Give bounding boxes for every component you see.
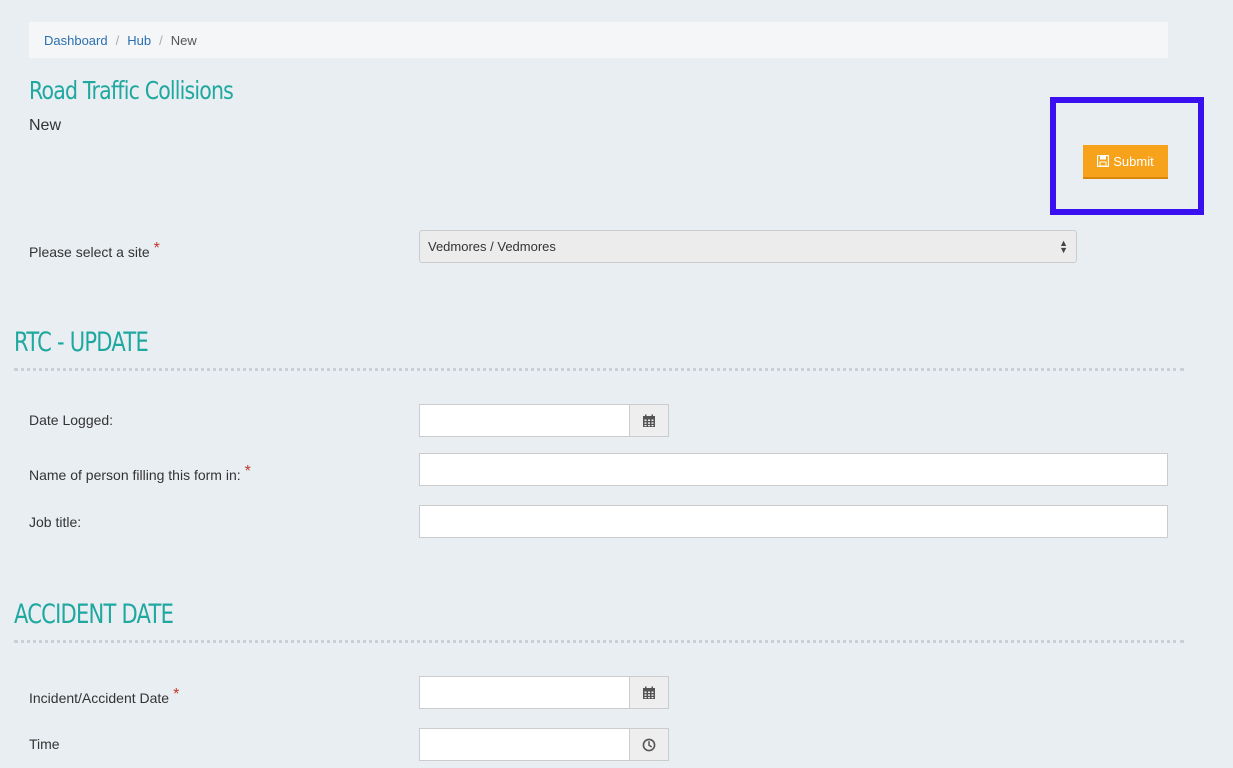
- accident-date-calendar-button[interactable]: [629, 676, 669, 709]
- section-divider: [14, 640, 1184, 643]
- date-logged-calendar-button[interactable]: [629, 404, 669, 437]
- section-title-accident-date: ACCIDENT DATE: [14, 599, 174, 630]
- site-select[interactable]: Vedmores / Vedmores ▲ ▼: [419, 230, 1077, 263]
- section-title-rtc-update: RTC - UPDATE: [14, 327, 149, 358]
- required-marker: *: [244, 463, 251, 480]
- name-label-text: Name of person filling this form in:: [29, 467, 241, 483]
- breadcrumb-hub[interactable]: Hub: [127, 33, 151, 48]
- time-label: Time: [29, 736, 60, 752]
- submit-label: Submit: [1113, 153, 1154, 169]
- page-subtitle: New: [29, 117, 62, 134]
- clock-icon: [642, 738, 656, 751]
- select-arrows-icon: ▲ ▼: [1059, 237, 1068, 255]
- name-input[interactable]: [419, 453, 1168, 486]
- accident-date-label: Incident/Accident Date *: [29, 686, 179, 708]
- calendar-icon: [643, 414, 655, 427]
- section-divider: [14, 368, 1184, 371]
- submit-button[interactable]: Submit: [1083, 145, 1168, 179]
- accident-date-input[interactable]: [419, 676, 630, 709]
- accident-date-label-text: Incident/Accident Date: [29, 690, 170, 706]
- breadcrumb-current: New: [170, 32, 197, 48]
- site-label-text: Please select a site: [29, 244, 150, 260]
- breadcrumb: Dashboard / Hub / New: [29, 22, 1168, 58]
- date-logged-label: Date Logged:: [29, 412, 114, 428]
- breadcrumb-dashboard[interactable]: Dashboard: [44, 33, 108, 48]
- job-title-input[interactable]: [419, 505, 1168, 538]
- time-clock-button[interactable]: [629, 728, 669, 761]
- time-input[interactable]: [419, 728, 630, 761]
- save-icon: [1097, 155, 1110, 167]
- site-label: Please select a site *: [29, 240, 160, 262]
- name-label: Name of person filling this form in: *: [29, 463, 251, 485]
- job-title-label: Job title:: [29, 514, 82, 530]
- breadcrumb-separator: /: [115, 32, 120, 48]
- calendar-icon: [643, 686, 655, 699]
- breadcrumb-separator: /: [159, 32, 163, 48]
- site-select-value: Vedmores / Vedmores: [428, 239, 556, 254]
- date-logged-input[interactable]: [419, 404, 630, 437]
- required-marker: *: [153, 240, 160, 257]
- required-marker: *: [173, 686, 180, 703]
- page-title: Road Traffic Collisions: [29, 76, 234, 105]
